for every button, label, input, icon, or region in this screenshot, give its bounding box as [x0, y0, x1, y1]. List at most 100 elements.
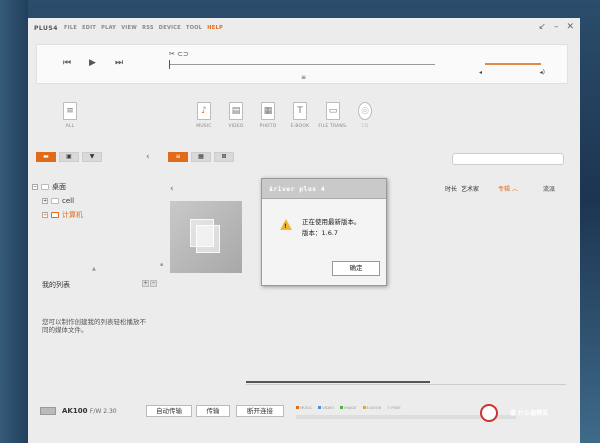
category-label: ALL [65, 124, 75, 129]
tree-item-cell[interactable]: + cell [32, 194, 83, 208]
legend-label: FREE [391, 405, 401, 410]
category-photo[interactable]: ▦ PHOTO [252, 102, 284, 129]
desktop-strip [0, 0, 28, 443]
folder-icon[interactable]: ▬ [36, 152, 56, 162]
tree-item-desktop[interactable]: − 桌面 [32, 180, 83, 194]
chevron-left-icon[interactable]: ‹ [170, 184, 174, 194]
storage-legend: MUSIC VIDEO IMAGE E-BOOK FREE [296, 405, 401, 410]
menu-file[interactable]: FILE [64, 25, 77, 31]
column-duration[interactable]: 时长 [445, 184, 457, 193]
resize-grip-icon[interactable]: ▲ [92, 266, 96, 272]
chevron-left-icon[interactable]: ‹ [146, 152, 150, 162]
placeholder-icon [196, 225, 220, 253]
legend-label: VIDEO [322, 405, 335, 410]
resize-grip-icon[interactable]: ▪ [160, 262, 163, 268]
category-cd[interactable]: ◎ CD [349, 102, 381, 129]
album-art[interactable] [170, 201, 242, 273]
volume-slider[interactable] [485, 63, 541, 65]
column-artist[interactable]: 艺术家 [461, 184, 479, 193]
tree-item-computer[interactable]: + 计算机 [32, 208, 83, 222]
app-window: PLUS4 FILE EDIT PLAY VIEW RSS DEVICE TOO… [28, 18, 580, 443]
ok-button[interactable]: 确定 [332, 261, 380, 276]
legend-label: MUSIC [300, 405, 313, 410]
tree-label: 桌面 [52, 183, 66, 191]
menu-device[interactable]: DEVICE [159, 25, 181, 31]
dialog-line: 正在使用最新版本。 [302, 218, 361, 226]
close-icon[interactable]: ✕ [566, 22, 574, 32]
photo-icon: ▦ [261, 102, 275, 120]
list-view-icon[interactable]: ≡ [168, 152, 188, 162]
expand-toggle[interactable]: + [42, 212, 48, 218]
menu-bar: PLUS4 FILE EDIT PLAY VIEW RSS DEVICE TOO… [28, 18, 580, 40]
list-divider [246, 384, 566, 385]
menu-rss[interactable]: RSS [142, 25, 154, 31]
minimize-icon[interactable]: – [554, 22, 559, 32]
category-label: VIDEO [228, 124, 244, 129]
document-icon: ≡ [63, 102, 77, 120]
restore-icon[interactable]: ↙ [538, 22, 546, 32]
next-track-icon[interactable]: ⏭ [115, 58, 123, 68]
playlist-title: 我的列表 [42, 281, 70, 289]
legend-video: VIDEO [318, 405, 334, 410]
category-ebook[interactable]: T E-BOOK [284, 102, 316, 129]
watermark-text: 值 什么值得买 [510, 410, 549, 417]
volume-icons: ◂ ◂) [479, 69, 545, 76]
legend-music: MUSIC [296, 405, 312, 410]
firmware-version: F/W 2.30 [89, 408, 117, 415]
category-label: PHOTO [259, 124, 277, 129]
warning-mark: ! [284, 223, 287, 230]
dialog-message: 正在使用最新版本。 版本：1.6.7 [302, 217, 361, 239]
remove-playlist-button[interactable]: − [150, 280, 157, 287]
add-playlist-button[interactable]: + [142, 280, 149, 287]
category-label: E-BOOK [290, 124, 310, 129]
category-label: CD [361, 124, 369, 129]
person-icon[interactable]: ▣ [59, 152, 79, 162]
grid-view-icon[interactable]: ▦ [191, 152, 211, 162]
search-input[interactable] [452, 153, 564, 165]
volume-down-icon[interactable]: ◂ [479, 69, 482, 76]
category-file-trans[interactable]: ▭ FILE TRANS. [317, 102, 349, 129]
shuffle-repeat-icon[interactable]: ✂ ⊂⊃ [169, 50, 189, 58]
fullscreen-icon[interactable]: ⊠ [214, 152, 234, 162]
main-menu: FILE EDIT PLAY VIEW RSS DEVICE TOOL HELP [64, 25, 223, 31]
menu-help[interactable]: HELP [207, 25, 223, 31]
category-label: FILE TRANS. [318, 124, 348, 129]
auto-transfer-button[interactable]: 自动传输 [146, 405, 192, 417]
folder-icon [51, 198, 59, 204]
device-icon [40, 407, 56, 415]
cd-icon: ◎ [358, 102, 372, 120]
expand-toggle[interactable]: + [42, 198, 48, 204]
folder-tree: − 桌面 + cell + 计算机 [32, 180, 83, 222]
collapse-toggle[interactable]: − [32, 184, 38, 190]
view-toolbar: ≡ ▦ ⊠ [168, 152, 234, 162]
column-genre[interactable]: 流派 [543, 184, 555, 193]
close-icon[interactable]: ✕ [269, 185, 379, 193]
menu-play[interactable]: PLAY [101, 25, 116, 31]
menu-edit[interactable]: EDIT [82, 25, 96, 31]
ebook-icon: T [293, 102, 307, 120]
menu-tool[interactable]: TOOL [186, 25, 202, 31]
bookmark-icon[interactable]: ▼ [82, 152, 102, 162]
seek-center-icon: ≡ [301, 74, 307, 81]
app-brand: PLUS4 [34, 25, 58, 32]
menu-view[interactable]: VIEW [121, 25, 137, 31]
tree-label: 计算机 [62, 211, 83, 219]
category-all[interactable]: ≡ ALL [54, 102, 86, 129]
volume-up-icon[interactable]: ◂) [540, 69, 545, 76]
play-icon[interactable]: ▶ [89, 58, 96, 68]
category-video[interactable]: ▤ VIDEO [220, 102, 252, 129]
about-dialog: iriver plus 4 ✕ ! 正在使用最新版本。 版本：1.6.7 确定 [261, 178, 387, 286]
transfer-button[interactable]: 传输 [196, 405, 230, 417]
device-model: AK100 [62, 407, 88, 415]
previous-track-icon[interactable]: ⏮ [63, 58, 71, 68]
category-music[interactable]: ♪ MUSIC [188, 102, 220, 129]
seek-handle[interactable] [169, 60, 170, 69]
folder-icon [51, 212, 59, 218]
seek-bar[interactable] [169, 64, 435, 65]
window-controls: ↙ – ✕ [538, 22, 574, 32]
legend-label: IMAGE [344, 405, 357, 410]
column-album[interactable]: 专辑 ︿ [498, 184, 518, 193]
list-scrollbar[interactable] [246, 381, 430, 383]
legend-free: FREE [387, 405, 401, 410]
disconnect-button[interactable]: 断开连接 [236, 405, 284, 417]
